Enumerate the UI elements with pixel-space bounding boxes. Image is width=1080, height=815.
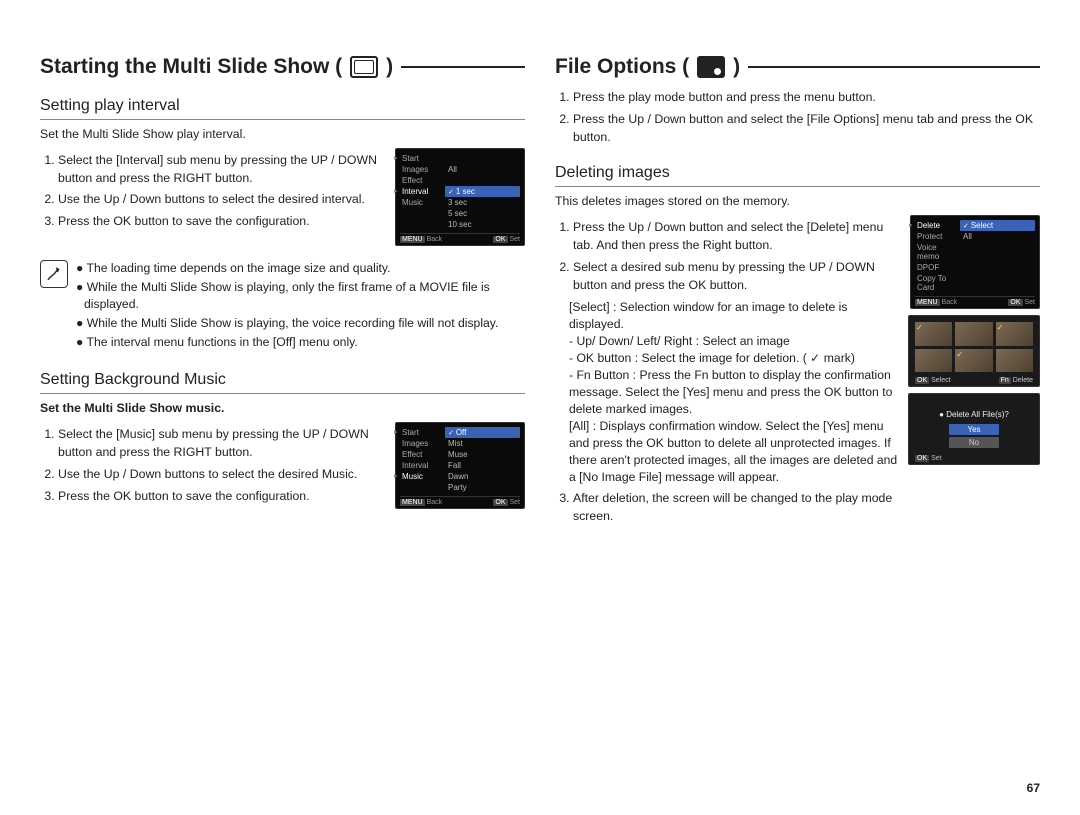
subhead-play-interval: Setting play interval [40, 97, 525, 120]
rule-line [748, 66, 1040, 68]
list-item: Press the OK button to save the configur… [58, 488, 385, 506]
lcd-thumbnail-grid: OK Select Fn Delete [908, 315, 1040, 387]
sub-line: - OK button : Select the image for delet… [555, 350, 898, 367]
left-column: Starting the Multi Slide Show ( ) Settin… [40, 55, 525, 530]
slideshow-icon [350, 56, 378, 78]
list-item: Press the OK button to save the configur… [58, 213, 385, 231]
sub-line: - Up/ Down/ Left/ Right : Select an imag… [555, 333, 898, 350]
lcd-music: Start Images Effect Interval Music Off M… [395, 422, 525, 509]
confirm-no: No [949, 437, 999, 448]
intro-interval: Set the Multi Slide Show play interval. [40, 126, 525, 144]
intro-music: Set the Multi Slide Show music. [40, 400, 525, 418]
sub-line: - Fn Button : Press the Fn button to dis… [555, 367, 898, 418]
rule-line [401, 66, 525, 68]
delete-step3: After deletion, the screen will be chang… [555, 490, 898, 526]
file-options-icon [697, 56, 725, 78]
manual-page: Starting the Multi Slide Show ( ) Settin… [0, 0, 1080, 815]
note-item: ● While the Multi Slide Show is playing,… [76, 279, 525, 313]
sub-all: [All] : Displays confirmation window. Se… [555, 418, 898, 486]
heading-file-options: File Options ( ) [555, 55, 1040, 79]
music-steps: Select the [Music] sub menu by pressing … [40, 426, 385, 505]
subhead-delete: Deleting images [555, 164, 1040, 187]
note-icon [40, 260, 68, 288]
list-item: Use the Up / Down buttons to select the … [58, 466, 385, 484]
list-item: Press the Up / Down button and select th… [573, 219, 898, 255]
lcd-confirm-dialog: ● Delete All File(s)? Yes No OK Set [908, 393, 1040, 465]
list-item: Select the [Music] sub menu by pressing … [58, 426, 385, 462]
note-item: ● The loading time depends on the image … [76, 260, 525, 277]
sub-select: [Select] : Selection window for an image… [555, 299, 898, 333]
list-item: Press the Up / Down button and select th… [573, 111, 1040, 147]
list-item: Select a desired sub menu by pressing th… [573, 259, 898, 295]
lcd-interval: Start Images Effect Interval Music - All… [395, 148, 525, 246]
heading-slideshow: Starting the Multi Slide Show ( ) [40, 55, 525, 79]
page-number: 67 [1027, 781, 1040, 795]
intro-delete: This deletes images stored on the memory… [555, 193, 1040, 211]
list-item: Press the play mode button and press the… [573, 89, 1040, 107]
note-item: ● While the Multi Slide Show is playing,… [76, 315, 525, 332]
file-options-intro-steps: Press the play mode button and press the… [555, 89, 1040, 146]
list-item: Select the [Interval] sub menu by pressi… [58, 152, 385, 188]
list-item: After deletion, the screen will be chang… [573, 490, 898, 526]
lcd-delete-menu: Delete Protect Voice memo DPOF Copy To C… [910, 215, 1040, 309]
confirm-yes: Yes [949, 424, 999, 435]
list-item: Use the Up / Down buttons to select the … [58, 191, 385, 209]
note-item: ● The interval menu functions in the [Of… [76, 334, 525, 351]
right-column: File Options ( ) Press the play mode but… [555, 55, 1040, 530]
delete-steps: Press the Up / Down button and select th… [555, 219, 898, 294]
subhead-bg-music: Setting Background Music [40, 371, 525, 394]
interval-steps: Select the [Interval] sub menu by pressi… [40, 152, 385, 231]
note-box: ● The loading time depends on the image … [40, 260, 525, 353]
